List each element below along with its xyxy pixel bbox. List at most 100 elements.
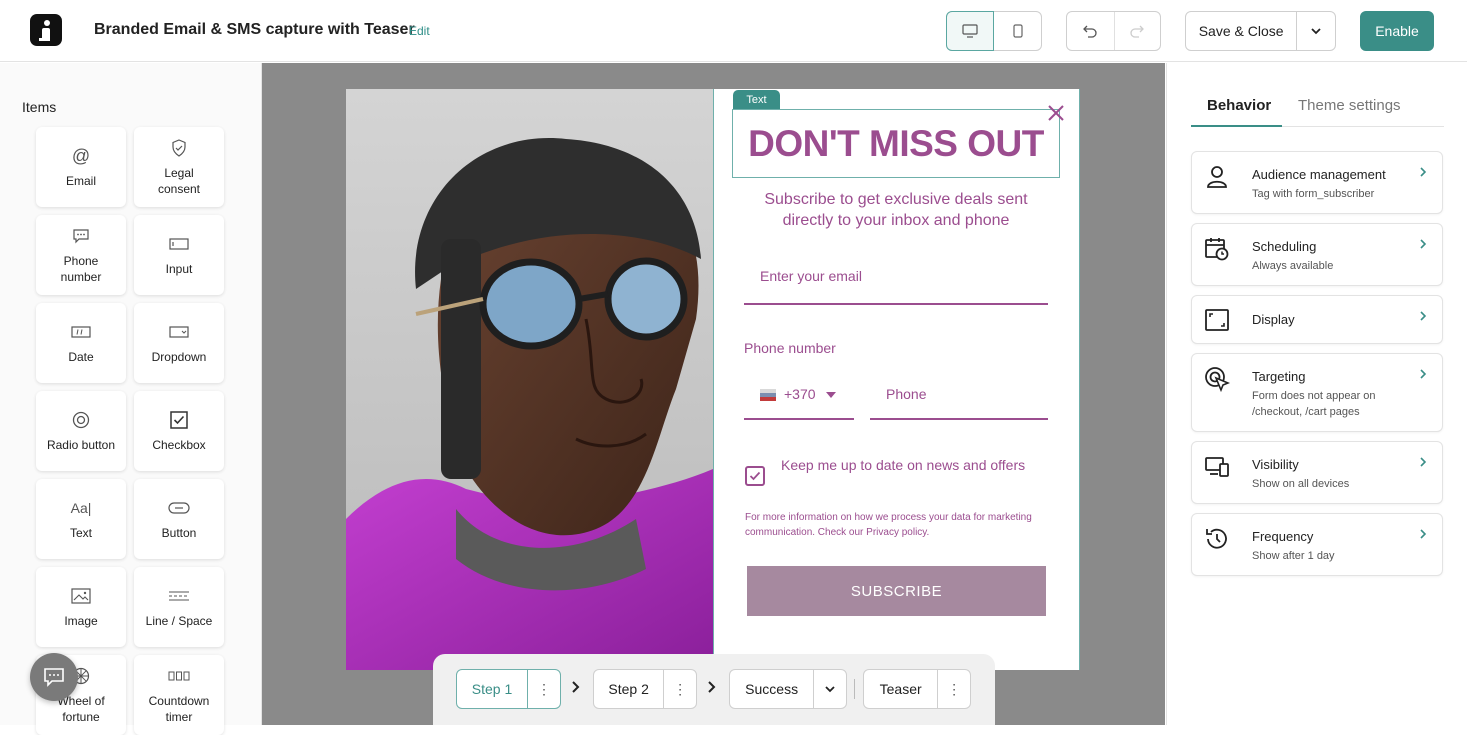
hero-photo[interactable] [346, 89, 713, 670]
redo-button[interactable] [1113, 12, 1161, 50]
subscribe-button[interactable]: SUBSCRIBE [747, 566, 1046, 616]
close-icon[interactable] [1046, 103, 1066, 123]
card-scheduling[interactable]: Scheduling Always available [1191, 223, 1443, 286]
undo-icon [1083, 25, 1097, 38]
tab-theme-settings[interactable]: Theme settings [1298, 97, 1401, 114]
redo-icon [1130, 25, 1145, 38]
phone-field[interactable]: Phone [870, 372, 1048, 420]
item-dropdown[interactable]: Dropdown [134, 303, 224, 383]
step-bar: Step 1 ⋮ Step 2 ⋮ Success Teaser ⋮ [433, 654, 995, 725]
item-image[interactable]: Image [36, 567, 126, 647]
card-display[interactable]: Display [1191, 295, 1443, 344]
phone-number-label: Phone number [744, 340, 836, 356]
country-code-select[interactable]: +370 [744, 372, 854, 420]
popup-form-preview: Text DON'T MISS OUT Subscribe to get exc… [346, 89, 1080, 670]
chevron-right-icon [1420, 311, 1427, 321]
save-group: Save & Close [1185, 11, 1336, 51]
date-field-icon [70, 321, 92, 343]
chevron-down-icon [1311, 28, 1321, 35]
input-box-icon [168, 233, 190, 255]
chat-icon [44, 668, 64, 687]
settings-tabs: Behavior Theme settings [1191, 89, 1444, 127]
line-space-icon [168, 585, 190, 607]
devices-icon [1205, 457, 1229, 477]
calendar-clock-icon [1205, 238, 1229, 261]
privacy-notice: For more information on how we process y… [745, 512, 1032, 538]
item-email[interactable]: @ Email [36, 127, 126, 207]
target-cursor-icon [1205, 367, 1230, 392]
kebab-icon: ⋮ [947, 680, 962, 697]
consent-label: Keep me up to date on news and offers [781, 457, 1026, 473]
chevron-right-icon [1420, 167, 1427, 177]
form-headline: DON'T MISS OUT [748, 122, 1044, 164]
chevron-right-icon [572, 681, 580, 693]
email-field[interactable]: Enter your email [744, 251, 1048, 305]
dropdown-icon [168, 321, 190, 343]
display-frame-icon [1205, 309, 1229, 331]
shield-check-icon [168, 137, 190, 159]
chevron-right-icon [708, 681, 716, 693]
email-placeholder: Enter your email [760, 268, 862, 284]
divider [854, 679, 855, 699]
save-options-dropdown[interactable] [1296, 12, 1335, 50]
save-close-button[interactable]: Save & Close [1186, 12, 1296, 50]
country-code: +370 [784, 386, 816, 402]
button-icon [168, 497, 190, 519]
enable-button[interactable]: Enable [1360, 11, 1434, 51]
step-1-menu[interactable]: ⋮ [527, 670, 560, 708]
success-tab[interactable]: Success [729, 669, 847, 709]
chevron-right-icon [1420, 529, 1427, 539]
device-toggle [946, 11, 1042, 51]
consent-checkbox[interactable] [745, 466, 765, 486]
step-2-tab[interactable]: Step 2 ⋮ [593, 669, 697, 709]
page-title: Branded Email & SMS capture with Teaser [94, 21, 415, 38]
app-logo[interactable] [30, 14, 62, 46]
desktop-icon [962, 24, 978, 38]
chevron-right-icon [1420, 457, 1427, 467]
item-radio-button[interactable]: Radio button [36, 391, 126, 471]
history-icon [1206, 528, 1227, 549]
support-chat-button[interactable] [30, 653, 78, 701]
teaser-tab[interactable]: Teaser ⋮ [863, 669, 971, 709]
item-text[interactable]: Aa| Text [36, 479, 126, 559]
undo-button[interactable] [1067, 12, 1114, 50]
tab-behavior[interactable]: Behavior [1207, 97, 1271, 114]
card-targeting[interactable]: Targeting Form does not appear on /check… [1191, 353, 1443, 432]
settings-panel: Behavior Theme settings Audience managem… [1166, 63, 1467, 725]
item-checkbox[interactable]: Checkbox [134, 391, 224, 471]
form-canvas: Text DON'T MISS OUT Subscribe to get exc… [262, 63, 1165, 725]
history-controls [1066, 11, 1161, 51]
item-input[interactable]: Input [134, 215, 224, 295]
card-audience-management[interactable]: Audience management Tag with form_subscr… [1191, 151, 1443, 214]
chevron-right-icon [1420, 369, 1427, 379]
card-visibility[interactable]: Visibility Show on all devices [1191, 441, 1443, 504]
item-countdown-timer[interactable]: Countdown timer [134, 655, 224, 735]
items-panel: Items @ Email Legal consent Phone number… [0, 63, 262, 735]
step-1-tab[interactable]: Step 1 ⋮ [456, 669, 561, 709]
item-phone-number[interactable]: Phone number [36, 215, 126, 295]
checkmark-icon [749, 471, 761, 481]
item-line-space[interactable]: Line / Space [134, 567, 224, 647]
card-frequency[interactable]: Frequency Show after 1 day [1191, 513, 1443, 576]
mobile-view-button[interactable] [994, 12, 1041, 50]
chat-dots-icon [70, 225, 92, 247]
item-date[interactable]: Date [36, 303, 126, 383]
image-icon [70, 585, 92, 607]
success-dropdown[interactable] [813, 670, 846, 708]
edit-title-link[interactable]: Edit [409, 24, 430, 38]
text-element-tag: Text [733, 90, 780, 109]
text-icon: Aa| [70, 500, 92, 516]
items-heading: Items [22, 99, 57, 115]
headline-selection[interactable]: DON'T MISS OUT [732, 109, 1060, 178]
step-2-menu[interactable]: ⋮ [663, 670, 696, 708]
person-icon [1207, 166, 1227, 188]
form-subtitle: Subscribe to get exclusive deals sent di… [764, 191, 1028, 229]
chevron-down-icon [825, 686, 835, 693]
phone-placeholder: Phone [886, 386, 927, 402]
desktop-view-button[interactable] [946, 11, 995, 51]
caret-down-icon [826, 392, 836, 398]
teaser-menu[interactable]: ⋮ [937, 670, 970, 708]
checkbox-icon [168, 409, 190, 431]
item-legal-consent[interactable]: Legal consent [134, 127, 224, 207]
item-button[interactable]: Button [134, 479, 224, 559]
